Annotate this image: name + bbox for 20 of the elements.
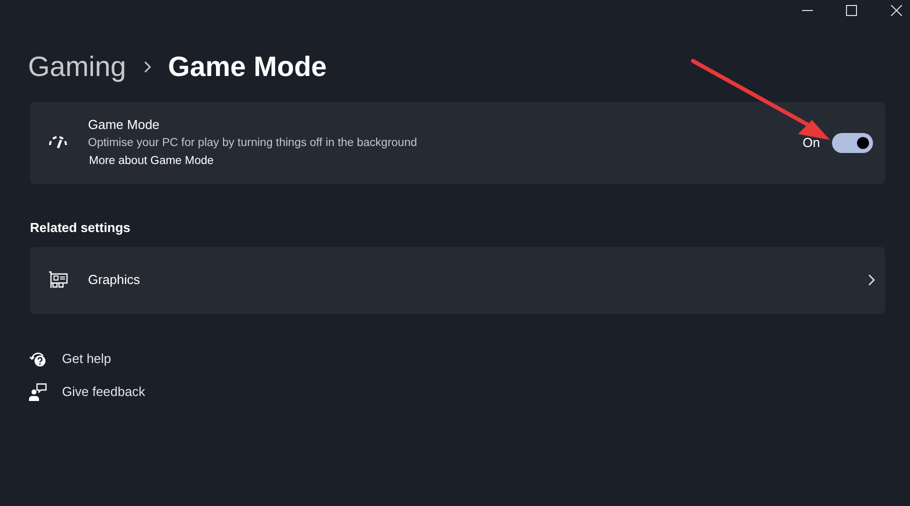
help-link[interactable]: Give feedback	[62, 382, 146, 402]
graphics-card-icon	[48, 271, 68, 289]
chevron-icon	[143, 61, 152, 73]
breadcrumb-link[interactable]: Gaming	[28, 46, 126, 88]
section-heading: Related settings	[30, 219, 130, 237]
more-info-link[interactable]: More about Game Mode	[89, 152, 803, 170]
speedometer-icon	[48, 135, 68, 151]
toggle-state-label: On	[802, 134, 820, 152]
row-label: Graphics	[88, 271, 142, 290]
setting-title: Game Mode	[88, 116, 161, 134]
setting-description: Optimise your PC for play by turning things off in the background	[88, 136, 418, 151]
page-title: Game Mode	[168, 50, 327, 84]
help-icon	[29, 350, 47, 368]
maximize-icon[interactable]	[846, 4, 857, 16]
close-icon[interactable]	[891, 4, 902, 16]
feedback-icon	[29, 382, 47, 400]
help-link[interactable]: Get help	[62, 348, 112, 368]
settings-row[interactable]: Graphics	[30, 246, 885, 314]
toggle-switch[interactable]	[832, 133, 873, 153]
chevron-icon	[867, 274, 875, 286]
